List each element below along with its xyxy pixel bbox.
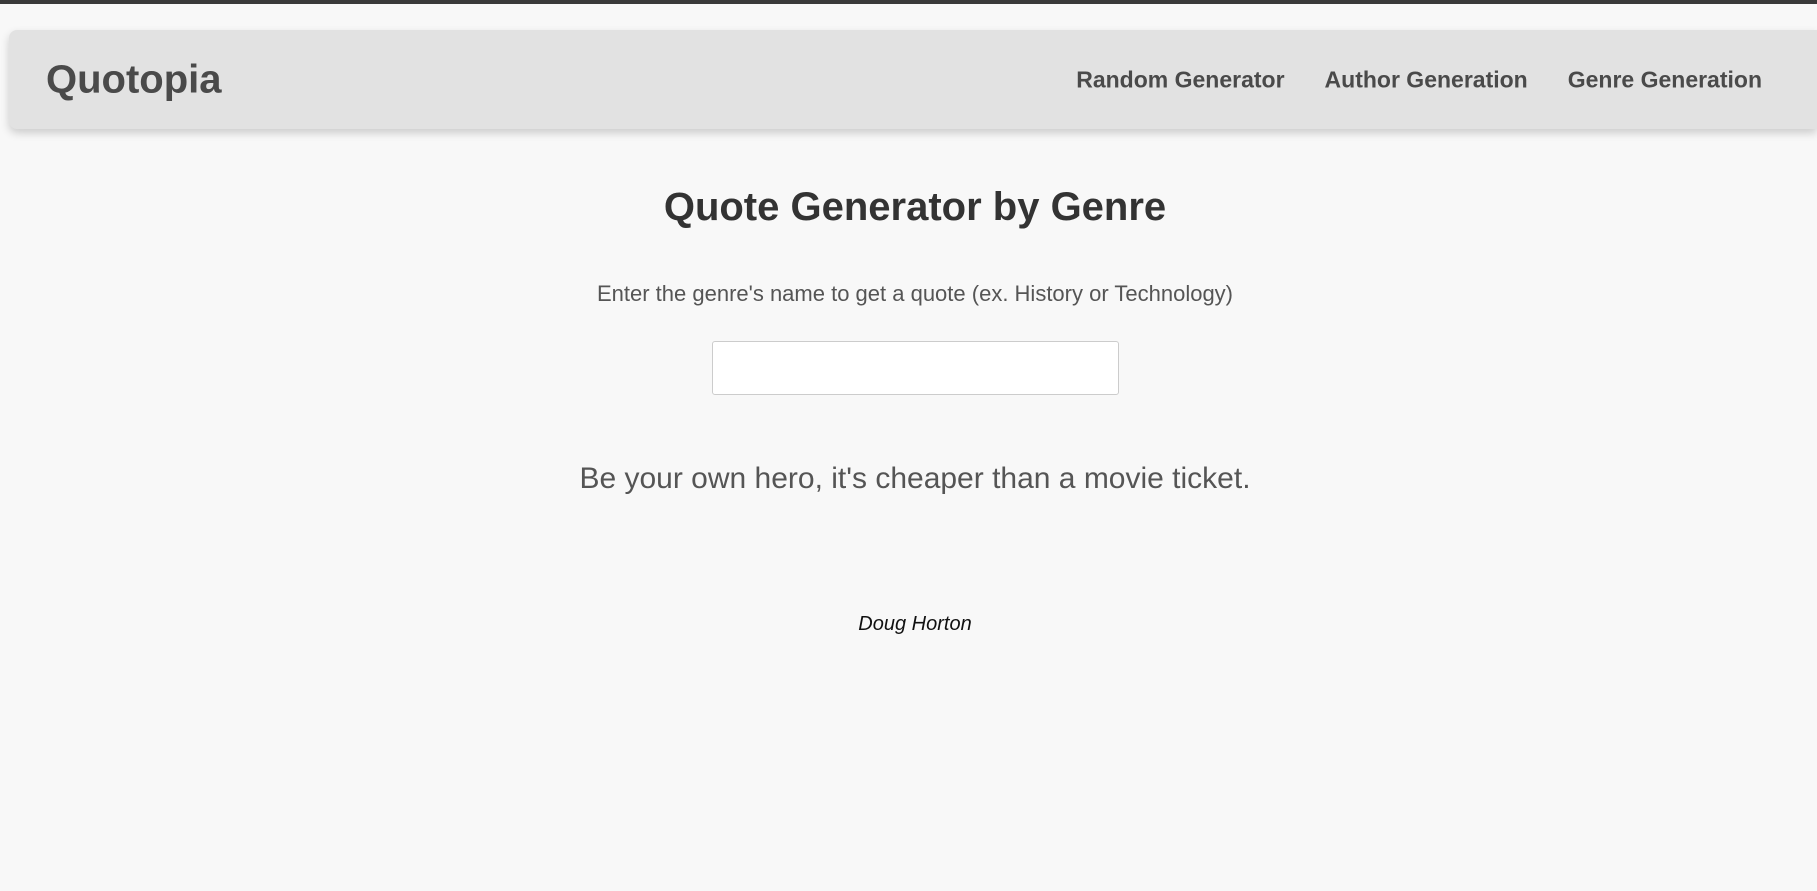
top-border-strip <box>0 0 1817 4</box>
brand-logo[interactable]: Quotopia <box>46 57 222 102</box>
quote-author: Doug Horton <box>858 613 972 636</box>
main-content: Quote Generator by Genre Enter the genre… <box>0 129 1817 636</box>
nav-link-random-generator[interactable]: Random Generator <box>1076 66 1284 93</box>
nav-link-author-generation[interactable]: Author Generation <box>1325 66 1528 93</box>
quote-text: Be your own hero, it's cheaper than a mo… <box>579 462 1251 496</box>
page-title: Quote Generator by Genre <box>663 185 1167 229</box>
nav-link-genre-generation[interactable]: Genre Generation <box>1568 66 1762 93</box>
navbar: Quotopia Random Generator Author Generat… <box>9 30 1817 129</box>
nav-links: Random Generator Author Generation Genre… <box>1076 66 1762 93</box>
genre-search-input[interactable] <box>711 341 1119 396</box>
genre-instructions: Enter the genre's name to get a quote (e… <box>596 281 1234 306</box>
